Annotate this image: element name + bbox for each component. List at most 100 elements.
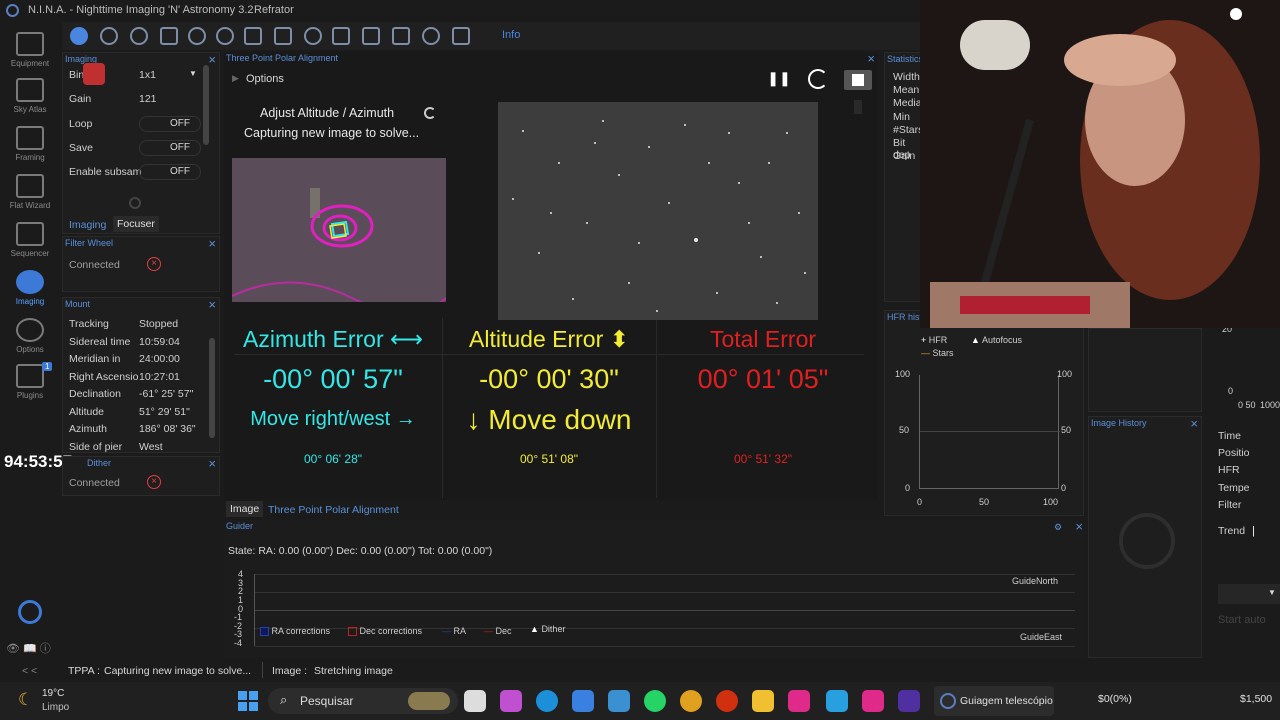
windows-start-icon[interactable]: [238, 691, 258, 711]
target-icon[interactable]: [216, 27, 234, 45]
graph-icon[interactable]: [392, 27, 410, 45]
shield-icon[interactable]: [452, 27, 470, 45]
gain-input[interactable]: 121: [139, 93, 157, 105]
nav-equipment[interactable]: Equipment: [0, 32, 60, 68]
mount-value: West: [139, 441, 163, 453]
chrome-icon[interactable]: [680, 690, 702, 712]
building-icon[interactable]: [332, 27, 350, 45]
chevron-right-icon[interactable]: ▶: [232, 73, 239, 84]
dome-icon[interactable]: [304, 27, 322, 45]
weather-moon-icon[interactable]: ☾: [18, 690, 33, 710]
divider: [262, 662, 263, 678]
loop-toggle[interactable]: OFF: [139, 116, 201, 132]
tab-focuser[interactable]: Focuser: [113, 216, 159, 232]
folder-icon[interactable]: [752, 690, 774, 712]
mount-label: Azimuth: [69, 423, 107, 435]
start-autofocus-button[interactable]: Start auto: [1218, 614, 1266, 626]
bulb-icon[interactable]: [422, 27, 440, 45]
tab-image[interactable]: Image: [226, 501, 264, 517]
expand-button[interactable]: < <: [22, 665, 37, 677]
app-icon[interactable]: [862, 690, 884, 712]
stat-label: Width: [893, 71, 920, 83]
crosshair-icon[interactable]: [160, 27, 178, 45]
nav-sky-atlas[interactable]: Sky Atlas: [0, 78, 60, 114]
stop-icon: [852, 74, 864, 86]
subsam-label: Enable subsam: [69, 166, 142, 178]
weather-desc[interactable]: Limpo: [42, 702, 69, 713]
chevron-down-icon[interactable]: ▼: [189, 69, 197, 78]
app-icon[interactable]: [608, 690, 630, 712]
filter-wheel-status: Connected: [69, 259, 120, 271]
nav-flat-wizard[interactable]: Flat Wizard: [0, 174, 60, 210]
disconnect-icon[interactable]: ×: [147, 257, 161, 271]
scrollbar[interactable]: [854, 100, 862, 114]
nav-imaging[interactable]: Imaging: [0, 270, 60, 306]
taskbar-search[interactable]: ⌕ Pesquisar: [268, 688, 458, 714]
af-label: Positio: [1218, 447, 1250, 459]
whatsapp-icon[interactable]: [644, 690, 666, 712]
rotator-icon[interactable]: [188, 27, 206, 45]
task-view-icon[interactable]: [464, 690, 486, 712]
legend-dither: ▲ Dither: [530, 624, 566, 634]
store-icon[interactable]: [572, 690, 594, 712]
close-icon[interactable]: ×: [208, 456, 216, 471]
close-icon[interactable]: ×: [867, 51, 875, 66]
app-icon[interactable]: [826, 690, 848, 712]
pause-button[interactable]: ❚❚: [764, 70, 794, 92]
save-toggle[interactable]: OFF: [139, 140, 201, 156]
filter-wheel-icon[interactable]: [100, 27, 118, 45]
active-taskbar-app[interactable]: Guiagem telescópio: [934, 686, 1054, 716]
scrollbar[interactable]: [209, 338, 215, 438]
bin-select[interactable]: 1x1: [139, 69, 156, 81]
trend-select[interactable]: ▼: [1218, 584, 1280, 604]
camera-icon[interactable]: [70, 27, 88, 45]
tab-imaging[interactable]: Imaging: [69, 219, 106, 231]
scrollbar[interactable]: [203, 65, 209, 145]
edge-icon[interactable]: [536, 690, 558, 712]
azimuth-error-value: -00° 00' 57": [263, 364, 403, 394]
options-toggle[interactable]: Options: [246, 73, 284, 85]
subsam-toggle[interactable]: OFF: [139, 164, 201, 180]
tab-tppa[interactable]: Three Point Polar Alignment: [268, 504, 399, 516]
focuser-icon[interactable]: [130, 27, 148, 45]
mount-label: Side of pier: [69, 441, 123, 453]
tppa-status-label: TPPA :: [68, 665, 100, 677]
sliders-icon[interactable]: [274, 27, 292, 45]
list-icon[interactable]: [244, 27, 262, 45]
mount-value: -61° 25' 57": [139, 388, 194, 400]
window-title: N.I.N.A. - Nighttime Imaging 'N' Astrono…: [28, 4, 254, 16]
disconnect-icon[interactable]: ×: [147, 475, 161, 489]
close-icon[interactable]: ×: [1075, 519, 1083, 534]
refresh-button[interactable]: [808, 69, 828, 89]
tray-value: $0(0%): [1098, 693, 1132, 705]
info-button[interactable]: Info: [502, 29, 520, 41]
nav-options[interactable]: Options: [0, 318, 60, 354]
app-icon[interactable]: [788, 690, 810, 712]
stat-label: Gain: [893, 150, 916, 162]
panel-title: Image History: [1091, 418, 1147, 428]
opera-icon[interactable]: [716, 690, 738, 712]
trend-separator: |: [1252, 525, 1255, 537]
power-icon[interactable]: [18, 600, 42, 624]
nav-plugins[interactable]: Plugins 1: [0, 362, 60, 400]
mount-label: Declination: [69, 388, 121, 400]
x-tick: 50: [979, 497, 990, 507]
close-icon[interactable]: ×: [208, 297, 216, 312]
stop-button[interactable]: [844, 70, 872, 90]
bottom-nav-icons[interactable]: 👁 📖 ⓘ: [6, 640, 51, 656]
nav-sequencer[interactable]: Sequencer: [0, 222, 60, 258]
mount-label: Sidereal time: [69, 336, 131, 348]
camera-image[interactable]: [498, 102, 818, 320]
nav-framing[interactable]: Framing: [0, 126, 60, 162]
close-icon[interactable]: ×: [1190, 416, 1198, 431]
copilot-icon[interactable]: [500, 690, 522, 712]
close-icon[interactable]: ×: [208, 52, 216, 67]
weather-temp[interactable]: 19°C: [42, 688, 64, 699]
chart-icon[interactable]: [362, 27, 380, 45]
tray-value: $1,500: [1240, 693, 1273, 705]
mount-value: 186° 08' 36": [139, 423, 196, 435]
app-icon[interactable]: [898, 690, 920, 712]
close-icon[interactable]: ×: [208, 236, 216, 251]
settings-icon[interactable]: ⚙: [1054, 522, 1062, 533]
y-tick-right: 50: [1061, 425, 1072, 435]
